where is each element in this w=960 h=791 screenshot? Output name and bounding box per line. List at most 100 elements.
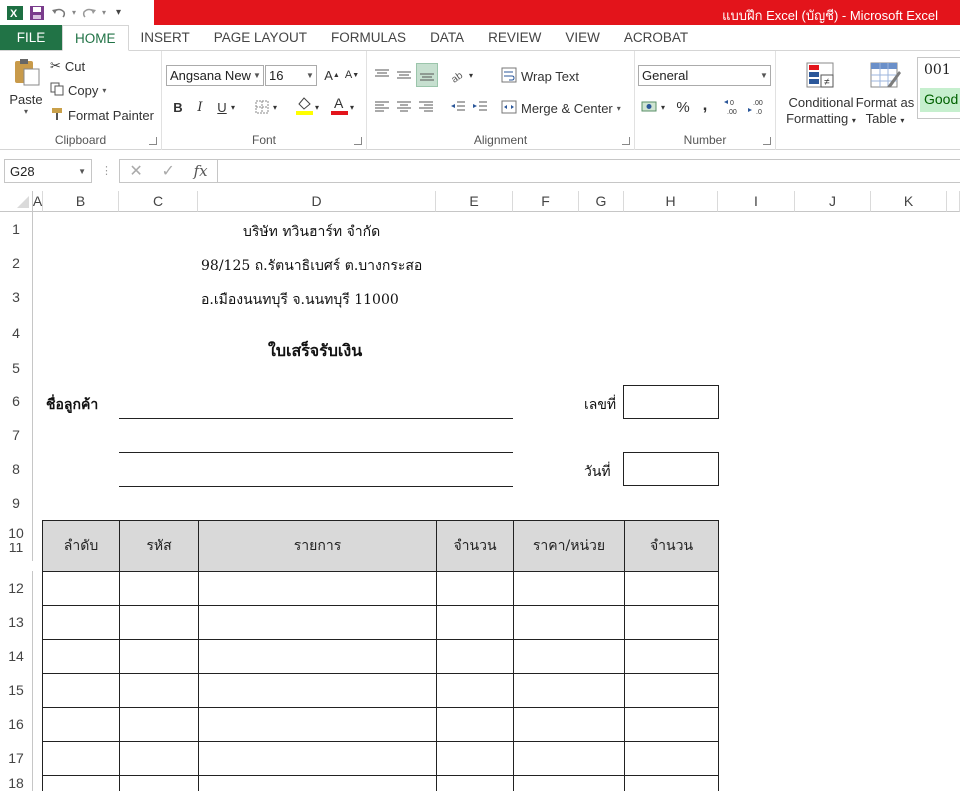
table-cell[interactable]: [624, 673, 719, 708]
enter-icon[interactable]: ✓: [161, 161, 174, 181]
align-right-icon[interactable]: [416, 97, 436, 117]
column-header-f[interactable]: F: [513, 191, 579, 212]
table-cell[interactable]: [436, 639, 514, 674]
table-cell[interactable]: [198, 741, 437, 776]
decrease-indent-icon[interactable]: [448, 97, 468, 117]
underline-dropdown-icon[interactable]: ▾: [228, 97, 238, 117]
orientation-dropdown-icon[interactable]: ▾: [466, 65, 476, 85]
row-header-9[interactable]: 9: [0, 486, 33, 519]
accounting-format-icon[interactable]: [640, 97, 660, 117]
align-bottom-icon[interactable]: [416, 63, 438, 87]
alignment-launcher-icon[interactable]: [622, 137, 630, 145]
row-header-18[interactable]: 18: [0, 775, 33, 791]
table-cell[interactable]: [436, 605, 514, 640]
cancel-icon[interactable]: ✕: [129, 161, 142, 181]
table-cell[interactable]: [42, 775, 120, 791]
column-header-j[interactable]: J: [795, 191, 871, 212]
table-cell[interactable]: [624, 775, 719, 791]
style-good-swatch[interactable]: Good: [920, 88, 960, 112]
table-cell[interactable]: [198, 571, 437, 606]
table-cell[interactable]: [42, 741, 120, 776]
font-color-icon[interactable]: A: [329, 95, 349, 115]
font-launcher-icon[interactable]: [354, 137, 362, 145]
redo-dropdown-icon[interactable]: ▾: [102, 8, 106, 17]
column-header-b[interactable]: B: [43, 191, 119, 212]
column-header-c[interactable]: C: [119, 191, 198, 212]
undo-icon[interactable]: [50, 4, 68, 22]
tab-home[interactable]: HOME: [62, 25, 129, 51]
percent-style-button[interactable]: %: [673, 97, 693, 117]
table-cell[interactable]: [42, 673, 120, 708]
table-cell[interactable]: [513, 673, 625, 708]
formula-input[interactable]: [217, 159, 960, 183]
row-header-13[interactable]: 13: [0, 605, 33, 639]
table-cell[interactable]: [42, 707, 120, 742]
table-cell[interactable]: [119, 707, 199, 742]
table-cell[interactable]: [513, 707, 625, 742]
align-top-icon[interactable]: [372, 65, 392, 85]
tab-file[interactable]: FILE: [0, 25, 62, 50]
table-cell[interactable]: [198, 673, 437, 708]
table-cell[interactable]: [42, 571, 120, 606]
row-header-7[interactable]: 7: [0, 418, 33, 452]
row-header-16[interactable]: 16: [0, 707, 33, 741]
table-cell[interactable]: [198, 605, 437, 640]
column-header-l[interactable]: [947, 191, 960, 212]
table-cell[interactable]: [624, 707, 719, 742]
row-header-8[interactable]: 8: [0, 452, 33, 486]
tab-data[interactable]: DATA: [418, 25, 476, 50]
borders-dropdown-icon[interactable]: ▾: [270, 97, 280, 117]
column-header-d[interactable]: D: [198, 191, 436, 212]
font-size-select[interactable]: 16 ▼: [265, 65, 317, 86]
fill-color-dropdown-icon[interactable]: ▾: [312, 97, 322, 117]
redo-icon[interactable]: [80, 4, 98, 22]
table-cell[interactable]: [436, 775, 514, 791]
number-format-select[interactable]: General ▼: [638, 65, 771, 86]
date-box[interactable]: [623, 452, 719, 486]
table-cell[interactable]: [513, 605, 625, 640]
table-cell[interactable]: [624, 571, 719, 606]
row-header-6[interactable]: 6: [0, 384, 33, 418]
paste-button[interactable]: Paste ▾: [6, 57, 46, 116]
accounting-dropdown-icon[interactable]: ▾: [658, 97, 668, 117]
row-header-5[interactable]: 5: [0, 351, 33, 384]
table-cell[interactable]: [119, 673, 199, 708]
row-header-12[interactable]: 12: [0, 571, 33, 605]
row-header-4[interactable]: 4: [0, 314, 33, 351]
row-header-2[interactable]: 2: [0, 246, 33, 280]
table-cell[interactable]: [624, 639, 719, 674]
shrink-font-icon[interactable]: A ▼: [342, 65, 362, 85]
row-header-11[interactable]: 11: [0, 543, 33, 561]
font-name-select[interactable]: Angsana New ▼: [166, 65, 264, 86]
tab-acrobat[interactable]: ACROBAT: [612, 25, 700, 50]
column-header-g[interactable]: G: [579, 191, 624, 212]
italic-icon[interactable]: I: [190, 97, 210, 117]
format-as-table-button[interactable]: Format as Table ▾: [854, 61, 916, 126]
align-middle-icon[interactable]: [394, 65, 414, 85]
orientation-icon[interactable]: ab: [448, 65, 468, 85]
font-color-dropdown-icon[interactable]: ▾: [347, 97, 357, 117]
table-cell[interactable]: [198, 707, 437, 742]
header-order[interactable]: ลำดับ: [42, 520, 120, 572]
align-center-icon[interactable]: [394, 97, 414, 117]
row-header-15[interactable]: 15: [0, 673, 33, 707]
header-code[interactable]: รหัส: [119, 520, 199, 572]
header-unit-price[interactable]: ราคา/หน่วย: [513, 520, 625, 572]
tab-formulas[interactable]: FORMULAS: [319, 25, 418, 50]
bold-icon[interactable]: B: [168, 97, 188, 117]
table-cell[interactable]: [436, 571, 514, 606]
tab-review[interactable]: REVIEW: [476, 25, 553, 50]
table-cell[interactable]: [42, 605, 120, 640]
header-description[interactable]: รายการ: [198, 520, 437, 572]
align-left-icon[interactable]: [372, 97, 392, 117]
decrease-decimal-icon[interactable]: .00.0: [747, 97, 767, 117]
table-cell[interactable]: [119, 605, 199, 640]
row-header-3[interactable]: 3: [0, 280, 33, 314]
row-header-1[interactable]: 1: [0, 212, 33, 246]
header-amount[interactable]: จำนวน: [624, 520, 719, 572]
cut-button[interactable]: ✂ Cut: [50, 58, 85, 74]
column-header-h[interactable]: H: [624, 191, 718, 212]
save-icon[interactable]: [28, 4, 46, 22]
tab-insert[interactable]: INSERT: [129, 25, 202, 50]
grow-font-icon[interactable]: A ▲: [322, 65, 342, 85]
